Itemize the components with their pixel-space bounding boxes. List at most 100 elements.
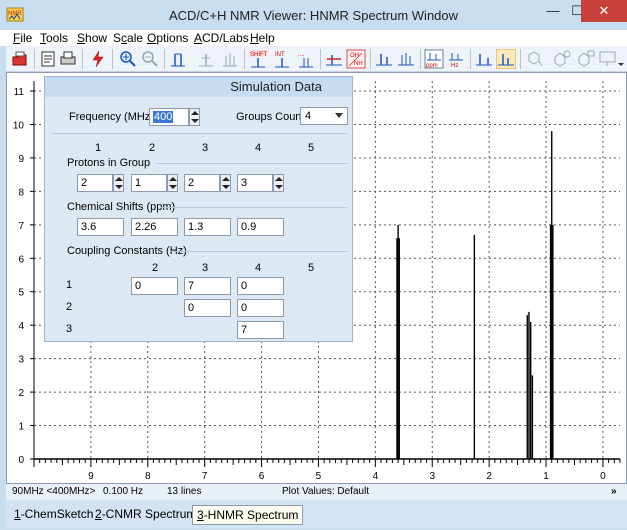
status-more-button[interactable]: » — [611, 486, 617, 497]
tab-cnmr-label: -CNMR Spectrum — [101, 507, 197, 521]
menu-help-rest: elp — [258, 31, 275, 45]
lightning-icon[interactable] — [88, 49, 108, 69]
toolbar-separator — [370, 49, 371, 69]
protons-input-3[interactable]: 2 — [184, 174, 220, 192]
menu-bar: File Tools Show Scale Options ACD/Labs H… — [0, 30, 627, 46]
menu-show-rest: how — [85, 31, 108, 45]
coupling-input-1-4[interactable]: 0 — [237, 277, 284, 295]
col-header-5: 5 — [308, 142, 315, 154]
col-header-1: 1 — [95, 142, 102, 154]
status-frequency: 90MHz <400MHz> — [12, 486, 96, 497]
y-tick-label: 10 — [13, 120, 25, 131]
peak-icon[interactable] — [168, 49, 188, 69]
spin-up-icon — [115, 177, 123, 181]
toolbar-separator — [244, 49, 245, 69]
menu-options[interactable]: Options — [147, 31, 188, 45]
chemical-shifts-label: Chemical Shifts (ppm) — [67, 201, 176, 213]
y-tick-label: 11 — [14, 87, 25, 98]
menu-show[interactable]: Show — [77, 31, 107, 45]
panel-separator — [169, 251, 347, 252]
x-tick-label: 4 — [373, 471, 379, 482]
hz-icon[interactable]: Hz — [446, 49, 466, 69]
menu-options-rest: ptions — [156, 31, 189, 45]
protons-spinner-2[interactable] — [167, 174, 178, 192]
tab-chemsketch[interactable]: 1-ChemSketch — [10, 505, 97, 525]
groups-count-select[interactable]: 4 — [300, 107, 348, 125]
structure-b-icon[interactable] — [576, 49, 596, 69]
protons-spinner-3[interactable] — [220, 174, 231, 192]
tab-hnmr-spectrum[interactable]: 3-HNMR Spectrum — [192, 505, 304, 525]
shift-input-3[interactable]: 1.3 — [184, 218, 231, 236]
menu-scale-rest: ale — [127, 31, 144, 45]
spin-up-icon — [169, 177, 177, 181]
y-tick-label: 5 — [18, 288, 24, 299]
oh-nh-icon[interactable]: OH NH — [346, 49, 366, 69]
coupling-input-2-4[interactable]: 0 — [237, 299, 284, 317]
shift-input-4[interactable]: 0.9 — [237, 218, 284, 236]
ppm-icon[interactable]: ppm — [424, 49, 444, 69]
zoom-in-icon[interactable] — [118, 49, 138, 69]
menu-help[interactable]: Help — [250, 31, 275, 45]
protons-spinner-4[interactable] — [273, 174, 284, 192]
baseline-active-icon[interactable] — [495, 48, 517, 70]
col-header-4: 4 — [255, 142, 262, 154]
menu-acdlabs[interactable]: ACD/Labs — [194, 31, 249, 45]
y-tick-label: 7 — [18, 221, 24, 232]
spin-down-icon — [169, 185, 177, 189]
zoom-out-icon[interactable] — [140, 49, 160, 69]
protons-input-2[interactable]: 1 — [131, 174, 167, 192]
tab-cnmr-spectrum[interactable]: 2-CNMR Spectrum — [91, 505, 200, 525]
shift-icon[interactable]: SHIFT — [248, 49, 268, 69]
x-tick-label: 3 — [429, 471, 435, 482]
svg-text:....: .... — [298, 52, 305, 58]
shift-input-1[interactable]: 3.6 — [77, 218, 124, 236]
protons-input-4[interactable]: 3 — [237, 174, 273, 192]
baseline-icon[interactable] — [474, 49, 494, 69]
peak-dim-icon[interactable] — [196, 49, 216, 69]
menu-file[interactable]: File — [13, 31, 32, 45]
toolbar: SHIFT INT .... OH NH ppm Hz — [6, 46, 627, 72]
peak-mark-icon[interactable] — [220, 49, 240, 69]
spectrum-c-icon[interactable] — [396, 49, 416, 69]
coupling-input-1-3[interactable]: 7 — [184, 277, 231, 295]
spectrum-b-icon[interactable] — [374, 49, 394, 69]
print-icon[interactable] — [38, 49, 58, 69]
frequency-input[interactable]: 400 — [149, 108, 189, 126]
menu-acdlabs-key: A — [194, 31, 203, 45]
screen-icon[interactable] — [598, 49, 618, 69]
scale-icon[interactable]: .... — [296, 49, 316, 69]
chevron-down-icon — [335, 113, 343, 118]
x-tick-label: 1 — [543, 471, 549, 482]
menu-scale[interactable]: Scale — [113, 31, 143, 45]
hz-label: Hz — [451, 63, 458, 69]
spin-up-icon — [275, 177, 283, 181]
frequency-spinner[interactable] — [189, 108, 200, 126]
protons-spinner-1[interactable] — [113, 174, 124, 192]
shift-input-2[interactable]: 2.26 — [131, 218, 178, 236]
status-resolution: 0.100 Hz — [103, 486, 144, 497]
coupling-col-3: 3 — [202, 262, 209, 274]
protons-label: Protons in Group — [67, 157, 151, 169]
open-icon[interactable] — [10, 49, 30, 69]
menu-tools[interactable]: Tools — [40, 31, 68, 45]
status-bar: 90MHz <400MHz> 0.100 Hz 13 lines Plot Va… — [6, 484, 627, 500]
coupling-input-3-4[interactable]: 7 — [237, 321, 284, 339]
close-button[interactable]: ✕ — [581, 0, 627, 22]
print-setup-icon[interactable] — [58, 49, 78, 69]
title-bar: NMR ACD/C+H NMR Viewer: HNMR Spectrum Wi… — [0, 0, 627, 30]
spectrum-a-icon[interactable] — [324, 49, 344, 69]
panel-separator — [157, 163, 347, 164]
molecule-icon[interactable] — [524, 49, 544, 69]
more-icon[interactable] — [616, 49, 626, 69]
coupling-input-1-2[interactable]: 0 — [131, 277, 178, 295]
toolbar-separator — [520, 49, 521, 69]
coupling-col-5: 5 — [308, 262, 315, 274]
structure-a-icon[interactable] — [552, 49, 572, 69]
toolbar-separator — [164, 49, 165, 69]
status-plot-values: Plot Values: Default — [282, 486, 370, 497]
protons-input-1[interactable]: 2 — [77, 174, 113, 192]
toolbar-separator — [470, 49, 471, 69]
spin-up-icon — [222, 177, 230, 181]
coupling-input-2-3[interactable]: 0 — [184, 299, 231, 317]
int-icon[interactable]: INT — [272, 49, 292, 69]
